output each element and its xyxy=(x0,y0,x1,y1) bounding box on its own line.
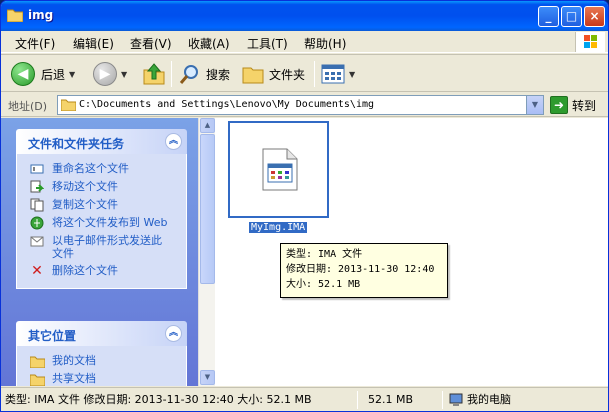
chevron-down-icon: ▼ xyxy=(69,69,76,79)
task-email-label: 以电子邮件形式发送此文件 xyxy=(52,234,162,260)
folders-label: 文件夹 xyxy=(269,67,306,82)
my-computer-icon xyxy=(449,393,463,406)
status-size: 52.1 MB xyxy=(368,393,414,406)
vertical-scrollbar[interactable]: ▲ ▼ xyxy=(198,118,215,386)
task-publish-label: 将这个文件发布到 Web xyxy=(52,216,168,229)
up-folder-icon xyxy=(143,63,165,85)
move-icon xyxy=(29,180,45,194)
collapse-icon[interactable]: ︽ xyxy=(165,325,182,342)
views-icon xyxy=(321,64,345,84)
toolbar: ◀ 后退 ▼ ▶ ▼ 搜索 文件夹 ▼ xyxy=(1,54,608,92)
status-location-label: 我的电脑 xyxy=(467,393,511,406)
scroll-down-icon[interactable]: ▼ xyxy=(200,370,215,385)
task-rename-label: 重命名这个文件 xyxy=(52,162,129,175)
other-places-header[interactable]: 其它位置 ︽ xyxy=(16,321,187,346)
menu-help[interactable]: 帮助(H) xyxy=(304,35,346,52)
file-view[interactable]: ▲ ▼ MyImg.IMA 类型: IMA 文件 修改日期: 2013-11-3… xyxy=(198,118,608,386)
task-pane: 文件和文件夹任务 ︽ 重命名这个文件 移动这个文件 复制这个文件 将这个文件发布… xyxy=(1,118,198,386)
status-location: 我的电脑 xyxy=(449,391,511,409)
email-icon xyxy=(29,234,45,248)
tooltip-size: 大小: 52.1 MB xyxy=(286,279,361,290)
task-rename[interactable]: 重命名这个文件 xyxy=(29,162,186,176)
window-title: img xyxy=(28,8,54,22)
title-bar[interactable]: img _ □ × xyxy=(1,1,608,31)
place-my-documents[interactable]: 我的文档 xyxy=(29,354,186,368)
back-arrow-icon: ◀ xyxy=(11,62,35,86)
back-button[interactable]: ◀ 后退 ▼ xyxy=(11,61,75,87)
place-shared-documents[interactable]: 共享文档 xyxy=(29,372,186,386)
file-item-selected[interactable] xyxy=(228,121,329,218)
status-info: 类型: IMA 文件 修改日期: 2013-11-30 12:40 大小: 52… xyxy=(5,393,312,406)
file-info-tooltip: 类型: IMA 文件 修改日期: 2013-11-30 12:40 大小: 52… xyxy=(280,243,448,298)
menu-edit[interactable]: 编辑(E) xyxy=(73,35,114,52)
menu-bar: 文件(F) 编辑(E) 查看(V) 收藏(A) 工具(T) 帮助(H) xyxy=(1,31,608,53)
documents-folder-icon xyxy=(29,354,45,368)
minimize-button[interactable]: _ xyxy=(538,6,559,27)
address-label: 地址(D) xyxy=(8,100,48,113)
chevron-down-icon: ▼ xyxy=(349,69,356,79)
magnifier-icon xyxy=(179,65,198,84)
scroll-up-icon[interactable]: ▲ xyxy=(200,118,215,133)
other-places-title: 其它位置 xyxy=(28,329,77,343)
publish-web-icon xyxy=(29,216,45,230)
forward-arrow-icon: ▶ xyxy=(93,62,117,86)
file-tasks-header[interactable]: 文件和文件夹任务 ︽ xyxy=(16,129,187,154)
place-my-documents-label: 我的文档 xyxy=(52,354,96,367)
shared-folder-icon xyxy=(29,372,45,386)
address-input[interactable]: C:\Documents and Settings\Lenovo\My Docu… xyxy=(57,95,544,115)
file-tasks-title: 文件和文件夹任务 xyxy=(28,137,125,151)
address-path: C:\Documents and Settings\Lenovo\My Docu… xyxy=(79,99,375,110)
search-button[interactable]: 搜索 xyxy=(178,61,230,87)
folder-icon xyxy=(61,99,76,111)
scroll-thumb[interactable] xyxy=(200,134,215,284)
tooltip-type: 类型: IMA 文件 xyxy=(286,249,363,260)
menu-tools[interactable]: 工具(T) xyxy=(247,35,288,52)
views-button[interactable]: ▼ xyxy=(321,61,355,87)
task-move-label: 移动这个文件 xyxy=(52,180,118,193)
address-bar: 地址(D) C:\Documents and Settings\Lenovo\M… xyxy=(1,93,608,117)
up-button[interactable] xyxy=(142,61,166,87)
task-copy[interactable]: 复制这个文件 xyxy=(29,198,186,212)
go-label: 转到 xyxy=(572,98,597,113)
task-delete[interactable]: ✕ 删除这个文件 xyxy=(29,264,186,278)
close-button[interactable]: × xyxy=(584,6,605,27)
search-label: 搜索 xyxy=(206,67,231,82)
maximize-button[interactable]: □ xyxy=(561,6,582,27)
other-places-panel: 其它位置 ︽ 我的文档 共享文档 xyxy=(16,321,187,386)
file-name-label[interactable]: MyImg.IMA xyxy=(249,222,308,233)
task-publish[interactable]: 将这个文件发布到 Web xyxy=(29,216,186,230)
folder-icon xyxy=(242,67,264,84)
chevron-down-icon[interactable]: ▼ xyxy=(526,96,543,114)
task-copy-label: 复制这个文件 xyxy=(52,198,118,211)
folders-button[interactable]: 文件夹 xyxy=(241,61,305,87)
windows-logo-icon xyxy=(575,32,605,52)
go-button[interactable]: ➜ 转到 xyxy=(550,96,596,114)
file-tasks-panel: 文件和文件夹任务 ︽ 重命名这个文件 移动这个文件 复制这个文件 将这个文件发布… xyxy=(16,129,187,289)
task-delete-label: 删除这个文件 xyxy=(52,264,118,277)
folder-icon xyxy=(7,9,23,22)
rename-icon xyxy=(29,162,45,176)
task-move[interactable]: 移动这个文件 xyxy=(29,180,186,194)
go-arrow-icon: ➜ xyxy=(550,96,568,114)
status-bar: 类型: IMA 文件 修改日期: 2013-11-30 12:40 大小: 52… xyxy=(1,387,608,411)
place-shared-documents-label: 共享文档 xyxy=(52,372,96,385)
forward-button[interactable]: ▶ ▼ xyxy=(93,61,127,87)
ima-file-icon xyxy=(262,148,298,191)
menu-favorites[interactable]: 收藏(A) xyxy=(188,35,230,52)
back-label: 后退 xyxy=(41,67,66,82)
menu-view[interactable]: 查看(V) xyxy=(130,35,172,52)
tooltip-modified: 修改日期: 2013-11-30 12:40 xyxy=(286,264,435,275)
menu-file[interactable]: 文件(F) xyxy=(15,35,55,52)
collapse-icon[interactable]: ︽ xyxy=(165,133,182,150)
copy-icon xyxy=(29,198,45,212)
chevron-down-icon: ▼ xyxy=(121,69,128,79)
task-email[interactable]: 以电子邮件形式发送此文件 xyxy=(29,234,186,260)
explorer-window: img _ □ × 文件(F) 编辑(E) 查看(V) 收藏(A) 工具(T) … xyxy=(0,0,609,412)
delete-x-icon: ✕ xyxy=(31,262,43,279)
